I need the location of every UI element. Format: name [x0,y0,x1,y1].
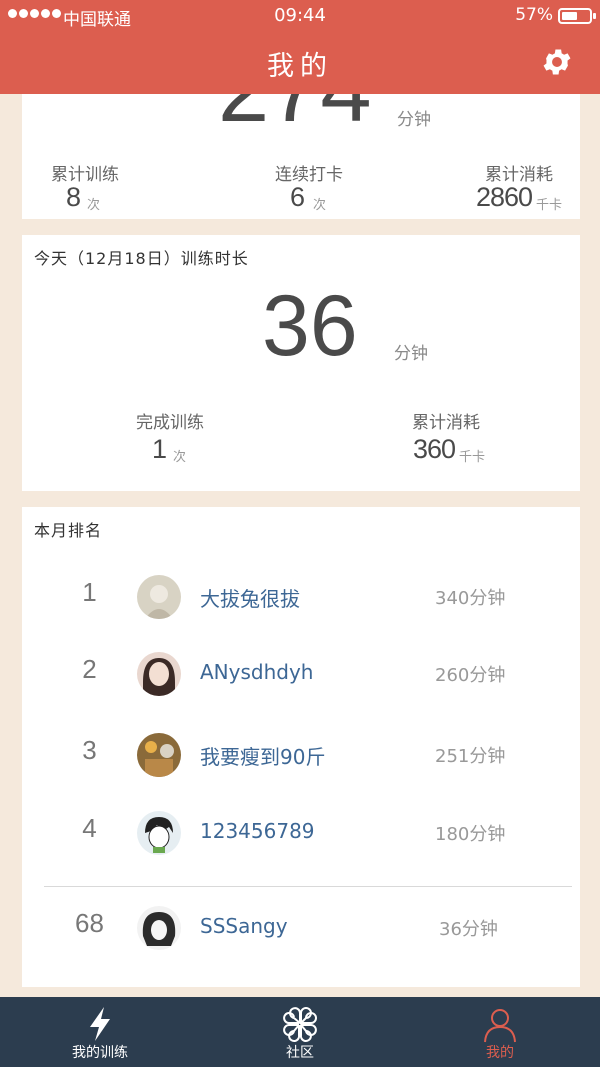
stat-value-today-calories: 360 [413,434,456,464]
rank-number: 2 [82,654,97,684]
stat-unit-streak: 次 [313,198,327,213]
battery-icon [558,8,596,24]
stat-unit-today-calories: 千卡 [459,450,486,465]
ranking-card-title: 本月排名 [34,521,103,540]
today-minutes-unit: 分钟 [394,344,428,364]
clover-icon [283,1007,317,1042]
my-ranking-minutes: 36分钟 [439,919,498,940]
tab-label: 我的训练 [72,1045,128,1061]
ranking-divider [44,886,572,887]
my-ranking-row[interactable]: 68 SSSangy 36分钟 [22,898,580,958]
stat-unit-total-training: 次 [87,198,101,213]
ranking-minutes: 180分钟 [435,824,506,845]
status-bar: 中国联通 09:44 57% [0,0,600,32]
ranking-row[interactable]: 3 我要瘦到90斤 251分钟 [22,725,580,785]
stat-label-today-calories: 累计消耗 [412,413,480,433]
today-card-title: 今天（12月18日）训练时长 [34,249,249,268]
stat-label-total-training: 累计训练 [51,165,119,185]
ranking-username[interactable]: ANysdhdyh [200,660,313,684]
avatar[interactable] [137,811,181,855]
top-bar: 中国联通 09:44 57% 我的 [0,0,600,94]
gear-icon[interactable] [540,45,574,79]
ranking-username[interactable]: 大拔兔很拔 [200,583,300,612]
bottom-tab-bar: 我的训练 社区 我的 [0,997,600,1067]
lightning-icon [90,1007,110,1041]
my-ranking-username[interactable]: SSSangy [200,914,288,938]
ranking-username[interactable]: 我要瘦到90斤 [200,741,325,770]
total-minutes-value: 274 [218,94,372,143]
ranking-username[interactable]: 123456789 [200,819,315,843]
total-summary-card: 274 分钟 累计训练 8 次 连续打卡 6 次 累计消耗 2860 千卡 [22,94,580,219]
stat-value-completed-training: 1 [152,434,167,464]
avatar[interactable] [137,906,181,950]
total-minutes-unit: 分钟 [397,110,431,130]
stat-value-total-training: 8 [66,182,81,212]
tab-my-training[interactable]: 我的训练 [0,997,200,1067]
person-icon [484,1009,516,1043]
ranking-row[interactable]: 1 大拔兔很拔 340分钟 [22,567,580,627]
tab-me[interactable]: 我的 [400,997,600,1067]
tab-label: 我的 [486,1045,514,1061]
avatar[interactable] [137,652,181,696]
avatar[interactable] [137,575,181,619]
monthly-ranking-card: 本月排名 1 大拔兔很拔 340分钟 2 ANysdhdyh 260分钟 3 我… [22,507,580,987]
ranking-minutes: 260分钟 [435,665,506,686]
page-title: 我的 [267,51,333,82]
stat-value-streak: 6 [290,182,305,212]
stat-unit-completed-training: 次 [173,450,187,465]
today-minutes-value: 36 [262,278,358,374]
stat-value-total-calories: 2860 [476,182,533,212]
rank-number: 4 [82,813,97,843]
today-summary-card: 今天（12月18日）训练时长 36 分钟 完成训练 1 次 累计消耗 360 千… [22,235,580,491]
rank-number: 3 [82,735,97,765]
stat-label-streak: 连续打卡 [275,165,343,185]
my-rank-number: 68 [75,908,104,938]
stat-label-completed-training: 完成训练 [136,413,204,433]
stat-unit-total-calories: 千卡 [536,198,563,213]
ranking-minutes: 340分钟 [435,588,506,609]
rank-number: 1 [82,577,97,607]
ranking-row[interactable]: 2 ANysdhdyh 260分钟 [22,644,580,704]
ranking-minutes: 251分钟 [435,746,506,767]
tab-community[interactable]: 社区 [200,997,400,1067]
clock: 09:44 [274,5,326,26]
ranking-row[interactable]: 4 123456789 180分钟 [22,803,580,863]
battery-percent: 57% [515,5,553,25]
avatar[interactable] [137,733,181,777]
tab-label: 社区 [286,1045,314,1061]
